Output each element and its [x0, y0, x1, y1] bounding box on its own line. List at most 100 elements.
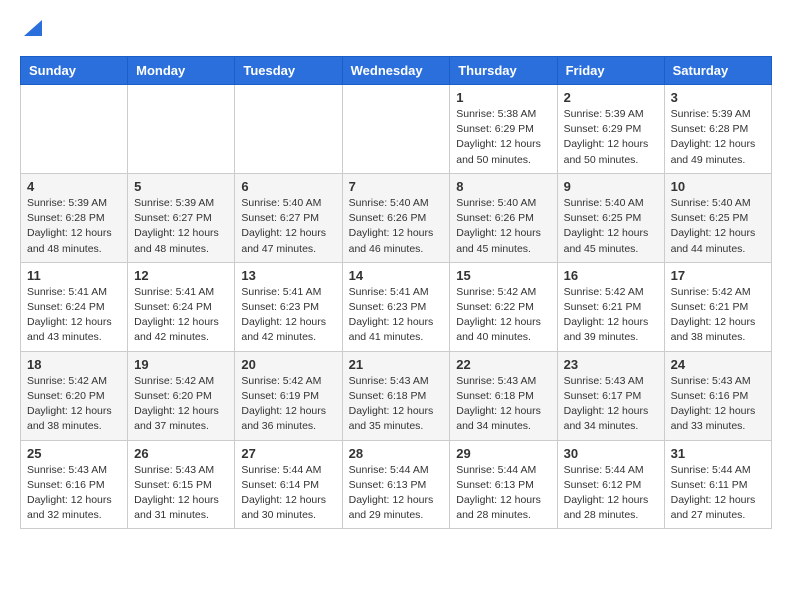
- cell-content: Sunrise: 5:42 AM Sunset: 6:19 PM Dayligh…: [241, 374, 335, 435]
- calendar-cell: 21 Sunrise: 5:43 AM Sunset: 6:18 PM Dayli…: [342, 351, 450, 440]
- calendar-cell: 17 Sunrise: 5:42 AM Sunset: 6:21 PM Dayli…: [664, 262, 771, 351]
- day-number: 16: [564, 268, 658, 283]
- cell-content: Sunrise: 5:42 AM Sunset: 6:21 PM Dayligh…: [671, 285, 765, 346]
- day-number: 8: [456, 179, 550, 194]
- calendar-cell: 15Sunrise: 5:42 AM Sunset: 6:22 PM Dayli…: [450, 262, 557, 351]
- calendar-cell: 23 Sunrise: 5:43 AM Sunset: 6:17 PM Dayli…: [557, 351, 664, 440]
- day-number: 13: [241, 268, 335, 283]
- week-row-3: 11 Sunrise: 5:41 AM Sunset: 6:24 PM Dayli…: [21, 262, 772, 351]
- day-number: 9: [564, 179, 658, 194]
- cell-content: Sunrise: 5:39 AM Sunset: 6:29 PM Dayligh…: [564, 107, 658, 168]
- day-number: 20: [241, 357, 335, 372]
- day-number: 18: [27, 357, 121, 372]
- day-number: 7: [349, 179, 444, 194]
- calendar-cell: [21, 85, 128, 174]
- calendar-cell: 26 Sunrise: 5:43 AM Sunset: 6:15 PM Dayli…: [128, 440, 235, 529]
- day-number: 24: [671, 357, 765, 372]
- cell-content: Sunrise: 5:38 AM Sunset: 6:29 PM Dayligh…: [456, 107, 550, 168]
- day-number: 31: [671, 446, 765, 461]
- calendar-cell: 11 Sunrise: 5:41 AM Sunset: 6:24 PM Dayli…: [21, 262, 128, 351]
- cell-content: Sunrise: 5:40 AM Sunset: 6:25 PM Dayligh…: [564, 196, 658, 257]
- cell-content: Sunrise: 5:43 AM Sunset: 6:18 PM Dayligh…: [349, 374, 444, 435]
- calendar-cell: 24 Sunrise: 5:43 AM Sunset: 6:16 PM Dayli…: [664, 351, 771, 440]
- cell-content: Sunrise: 5:39 AM Sunset: 6:28 PM Dayligh…: [27, 196, 121, 257]
- day-number: 11: [27, 268, 121, 283]
- calendar-cell: 19Sunrise: 5:42 AM Sunset: 6:20 PM Dayli…: [128, 351, 235, 440]
- calendar-cell: 16 Sunrise: 5:42 AM Sunset: 6:21 PM Dayli…: [557, 262, 664, 351]
- calendar-cell: 3Sunrise: 5:39 AM Sunset: 6:28 PM Daylig…: [664, 85, 771, 174]
- logo: [20, 20, 44, 40]
- cell-content: Sunrise: 5:39 AM Sunset: 6:28 PM Dayligh…: [671, 107, 765, 168]
- calendar-cell: 18 Sunrise: 5:42 AM Sunset: 6:20 PM Dayli…: [21, 351, 128, 440]
- calendar-cell: 30 Sunrise: 5:44 AM Sunset: 6:12 PM Dayli…: [557, 440, 664, 529]
- calendar-cell: [235, 85, 342, 174]
- cell-content: Sunrise: 5:42 AM Sunset: 6:21 PM Dayligh…: [564, 285, 658, 346]
- cell-content: Sunrise: 5:39 AM Sunset: 6:27 PM Dayligh…: [134, 196, 228, 257]
- day-number: 1: [456, 90, 550, 105]
- day-header-saturday: Saturday: [664, 57, 771, 85]
- day-number: 28: [349, 446, 444, 461]
- calendar-cell: 1 Sunrise: 5:38 AM Sunset: 6:29 PM Daylig…: [450, 85, 557, 174]
- calendar-cell: 6Sunrise: 5:40 AM Sunset: 6:27 PM Daylig…: [235, 173, 342, 262]
- day-number: 6: [241, 179, 335, 194]
- day-number: 10: [671, 179, 765, 194]
- calendar-cell: 8Sunrise: 5:40 AM Sunset: 6:26 PM Daylig…: [450, 173, 557, 262]
- week-row-5: 25Sunrise: 5:43 AM Sunset: 6:16 PM Dayli…: [21, 440, 772, 529]
- header: [20, 20, 772, 40]
- calendar-cell: 22 Sunrise: 5:43 AM Sunset: 6:18 PM Dayli…: [450, 351, 557, 440]
- cell-content: Sunrise: 5:41 AM Sunset: 6:24 PM Dayligh…: [27, 285, 121, 346]
- day-header-friday: Friday: [557, 57, 664, 85]
- calendar-cell: [342, 85, 450, 174]
- day-number: 27: [241, 446, 335, 461]
- day-number: 17: [671, 268, 765, 283]
- logo-triangle-icon: [22, 18, 44, 40]
- cell-content: Sunrise: 5:40 AM Sunset: 6:25 PM Dayligh…: [671, 196, 765, 257]
- cell-content: Sunrise: 5:43 AM Sunset: 6:15 PM Dayligh…: [134, 463, 228, 524]
- calendar-cell: 29Sunrise: 5:44 AM Sunset: 6:13 PM Dayli…: [450, 440, 557, 529]
- calendar-header-row: SundayMondayTuesdayWednesdayThursdayFrid…: [21, 57, 772, 85]
- calendar-cell: 5Sunrise: 5:39 AM Sunset: 6:27 PM Daylig…: [128, 173, 235, 262]
- day-number: 22: [456, 357, 550, 372]
- cell-content: Sunrise: 5:40 AM Sunset: 6:26 PM Dayligh…: [349, 196, 444, 257]
- calendar-cell: 10 Sunrise: 5:40 AM Sunset: 6:25 PM Dayli…: [664, 173, 771, 262]
- day-header-sunday: Sunday: [21, 57, 128, 85]
- day-header-thursday: Thursday: [450, 57, 557, 85]
- cell-content: Sunrise: 5:43 AM Sunset: 6:16 PM Dayligh…: [671, 374, 765, 435]
- cell-content: Sunrise: 5:41 AM Sunset: 6:24 PM Dayligh…: [134, 285, 228, 346]
- calendar-cell: 13Sunrise: 5:41 AM Sunset: 6:23 PM Dayli…: [235, 262, 342, 351]
- cell-content: Sunrise: 5:44 AM Sunset: 6:14 PM Dayligh…: [241, 463, 335, 524]
- calendar-cell: 2 Sunrise: 5:39 AM Sunset: 6:29 PM Daylig…: [557, 85, 664, 174]
- calendar-cell: 31 Sunrise: 5:44 AM Sunset: 6:11 PM Dayli…: [664, 440, 771, 529]
- cell-content: Sunrise: 5:42 AM Sunset: 6:20 PM Dayligh…: [27, 374, 121, 435]
- week-row-1: 1 Sunrise: 5:38 AM Sunset: 6:29 PM Daylig…: [21, 85, 772, 174]
- cell-content: Sunrise: 5:42 AM Sunset: 6:20 PM Dayligh…: [134, 374, 228, 435]
- calendar-cell: 28Sunrise: 5:44 AM Sunset: 6:13 PM Dayli…: [342, 440, 450, 529]
- day-number: 30: [564, 446, 658, 461]
- day-number: 14: [349, 268, 444, 283]
- cell-content: Sunrise: 5:43 AM Sunset: 6:18 PM Dayligh…: [456, 374, 550, 435]
- calendar-cell: 9 Sunrise: 5:40 AM Sunset: 6:25 PM Daylig…: [557, 173, 664, 262]
- week-row-2: 4 Sunrise: 5:39 AM Sunset: 6:28 PM Daylig…: [21, 173, 772, 262]
- cell-content: Sunrise: 5:42 AM Sunset: 6:22 PM Dayligh…: [456, 285, 550, 346]
- day-header-tuesday: Tuesday: [235, 57, 342, 85]
- day-header-monday: Monday: [128, 57, 235, 85]
- calendar-cell: [128, 85, 235, 174]
- calendar: SundayMondayTuesdayWednesdayThursdayFrid…: [20, 56, 772, 529]
- day-number: 21: [349, 357, 444, 372]
- day-number: 25: [27, 446, 121, 461]
- cell-content: Sunrise: 5:44 AM Sunset: 6:11 PM Dayligh…: [671, 463, 765, 524]
- calendar-cell: 27 Sunrise: 5:44 AM Sunset: 6:14 PM Dayli…: [235, 440, 342, 529]
- day-number: 23: [564, 357, 658, 372]
- calendar-cell: 14Sunrise: 5:41 AM Sunset: 6:23 PM Dayli…: [342, 262, 450, 351]
- calendar-cell: 4 Sunrise: 5:39 AM Sunset: 6:28 PM Daylig…: [21, 173, 128, 262]
- cell-content: Sunrise: 5:43 AM Sunset: 6:17 PM Dayligh…: [564, 374, 658, 435]
- cell-content: Sunrise: 5:44 AM Sunset: 6:12 PM Dayligh…: [564, 463, 658, 524]
- calendar-cell: 20 Sunrise: 5:42 AM Sunset: 6:19 PM Dayli…: [235, 351, 342, 440]
- day-number: 26: [134, 446, 228, 461]
- calendar-cell: 12 Sunrise: 5:41 AM Sunset: 6:24 PM Dayli…: [128, 262, 235, 351]
- day-number: 2: [564, 90, 658, 105]
- day-number: 12: [134, 268, 228, 283]
- logo-text: [20, 20, 44, 40]
- day-header-wednesday: Wednesday: [342, 57, 450, 85]
- day-number: 4: [27, 179, 121, 194]
